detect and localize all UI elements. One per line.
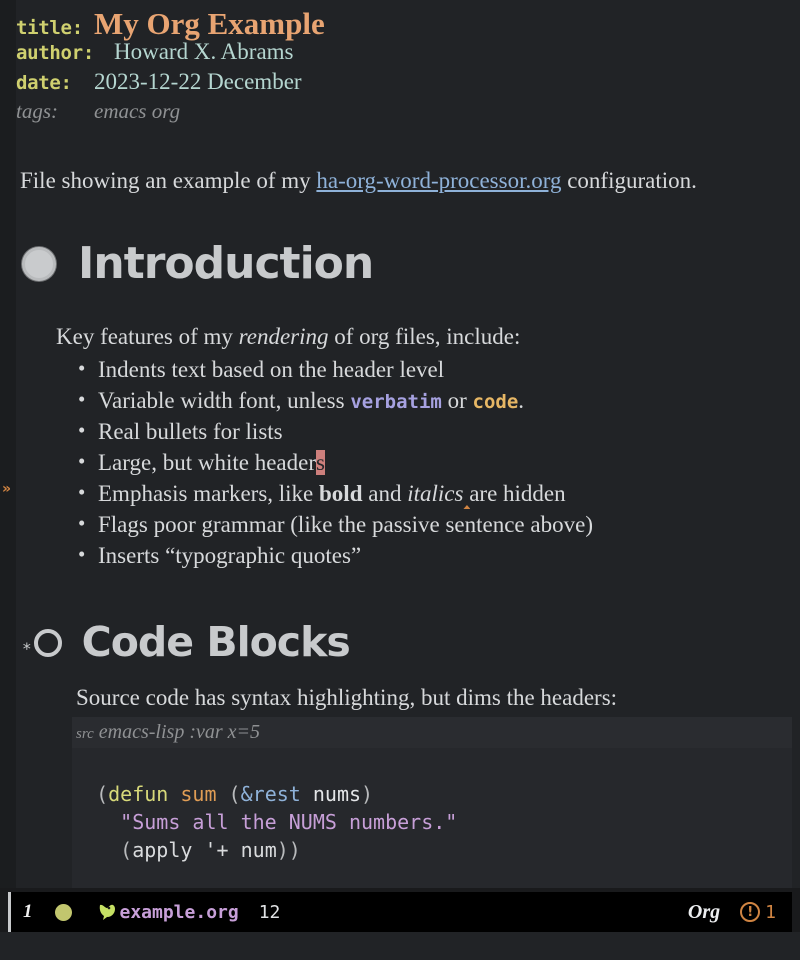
code-token: &rest xyxy=(240,782,301,807)
mode-line-left: 1 example.org 12 xyxy=(11,901,280,923)
org-keyword-tags: tags: emacs org xyxy=(16,99,800,131)
code-token: num xyxy=(240,838,277,863)
tags-keyword-label: tags: xyxy=(16,99,58,123)
continuation-marker-icon: » xyxy=(2,481,12,497)
mode-line[interactable]: 1 example.org 12 Org ! 1 xyxy=(8,892,792,932)
bold-text: bold xyxy=(319,481,363,507)
intro-text-before: File showing an example of my xyxy=(20,168,317,193)
list-item: Indents text based on the header level xyxy=(78,356,800,388)
italic-text: italics xyxy=(407,481,464,507)
list-item: Inserts “typographic quotes” xyxy=(78,542,800,574)
code-token: ( xyxy=(216,782,241,807)
intro-paragraph: File showing an example of my ha-org-wor… xyxy=(16,165,800,196)
code-line: (defun sum (&rest nums) xyxy=(72,782,373,806)
major-mode-label[interactable]: Org xyxy=(688,901,720,924)
lead-after: of org files, include: xyxy=(328,324,521,350)
org-keyword-block: title: My Org Example author: Howard X. … xyxy=(16,0,800,131)
hollow-ring-bullet-icon xyxy=(33,628,62,657)
org-keyword-author: author: Howard X. Abrams xyxy=(16,39,800,69)
code-token: defun xyxy=(108,782,169,807)
list-item-suffix: are hidden xyxy=(463,481,566,507)
buffer-status-dot-icon[interactable] xyxy=(54,903,72,921)
src-begin-keyword: src xyxy=(76,726,94,743)
gnu-head-icon xyxy=(96,901,118,923)
code-token: '+ xyxy=(204,838,229,863)
author-keyword-label: author: xyxy=(16,42,94,64)
heading-code-blocks-label: Code Blocks xyxy=(81,618,351,667)
buffer-content: title: My Org Example author: Howard X. … xyxy=(16,0,800,888)
document-author: Howard X. Abrams xyxy=(114,39,294,64)
ha-org-word-processor-link[interactable]: ha-org-word-processor.org xyxy=(316,168,561,193)
warning-count: 1 xyxy=(765,901,776,923)
org-keyword-date: date: 2023-12-22 December xyxy=(16,69,800,99)
code-token: ) xyxy=(361,782,374,807)
list-item-suffix: . xyxy=(518,388,525,414)
emacs-frame: » title: My Org Example author: Howard X… xyxy=(0,0,800,960)
document-title: My Org Example xyxy=(94,6,325,41)
src-begin-args: emacs-lisp :var x=5 xyxy=(98,721,261,744)
code-line: "Sums all the NUMS numbers." xyxy=(72,810,457,834)
intro-text-after: configuration. xyxy=(561,168,697,193)
list-item-text: Inserts “typographic quotes” xyxy=(98,543,362,569)
mode-line-right: Org ! 1 xyxy=(688,901,792,924)
buffer-name[interactable]: example.org xyxy=(120,902,239,923)
list-item-prefix: Large, but white header xyxy=(98,450,316,476)
echo-area xyxy=(0,932,800,960)
list-item: Real bullets for lists xyxy=(78,418,800,450)
code-token: nums xyxy=(312,782,362,807)
src-block-body[interactable]: (defun sum (&rest nums) "Sums all the NU… xyxy=(72,748,792,888)
list-item-prefix: Variable width font, unless xyxy=(98,388,351,414)
list-item-mid: or xyxy=(441,388,473,414)
document-tags: emacs org xyxy=(94,99,181,123)
code-token: ( xyxy=(72,782,109,807)
list-item-mid: and xyxy=(362,481,408,507)
code-token: sum xyxy=(180,782,217,807)
heading-introduction[interactable]: Introduction xyxy=(16,242,800,286)
lead-before: Key features of my xyxy=(56,324,239,350)
src-block-begin-line: src emacs-lisp :var x=5 xyxy=(72,717,792,749)
list-item: Variable width font, unless verbatim or … xyxy=(78,387,800,419)
feature-list: Indents text based on the header level V… xyxy=(16,356,800,574)
cursor-position: 12 xyxy=(258,901,281,923)
date-keyword-label: date: xyxy=(16,72,72,94)
list-item: Emphasis markers, like bold and italics … xyxy=(78,480,800,512)
list-item-text: Flags poor grammar (like the passive sen… xyxy=(98,512,593,538)
code-token: )) xyxy=(276,838,301,863)
list-item-prefix: Emphasis markers, like xyxy=(98,481,320,507)
introduction-lead-paragraph: Key features of my rendering of org file… xyxy=(16,324,800,350)
code-token: "Sums all the NUMS numbers." xyxy=(120,810,458,835)
title-keyword-label: title: xyxy=(16,17,83,39)
heading-introduction-label: Introduction xyxy=(78,238,374,290)
code-token: apply xyxy=(132,838,193,863)
heading-code-blocks[interactable]: * Code Blocks xyxy=(16,622,800,663)
org-buffer[interactable]: » title: My Org Example author: Howard X… xyxy=(0,0,800,888)
left-fringe: » xyxy=(0,0,16,888)
window-number: 1 xyxy=(23,901,33,922)
list-item: Flags poor grammar (like the passive sen… xyxy=(78,511,800,543)
text-cursor: s xyxy=(315,450,325,476)
code-text: code xyxy=(472,391,519,414)
org-keyword-title: title: My Org Example xyxy=(16,8,800,39)
code-line: (apply '+ num)) xyxy=(72,838,301,862)
filled-ring-bullet-icon xyxy=(22,247,56,282)
list-item-text: Real bullets for lists xyxy=(98,419,283,445)
list-item: Large, but white headers xyxy=(78,449,800,481)
verbatim-text: verbatim xyxy=(350,391,442,414)
list-item-text: Indents text based on the header level xyxy=(98,357,445,383)
source-code-block[interactable]: src emacs-lisp :var x=5 (defun sum (&res… xyxy=(72,717,792,888)
code-token: ( xyxy=(72,838,133,863)
heading-stars: * xyxy=(22,638,32,658)
code-blocks-lead-paragraph: Source code has syntax highlighting, but… xyxy=(76,685,618,711)
warning-circle-icon[interactable]: ! xyxy=(740,902,761,922)
document-date: 2023-12-22 December xyxy=(94,69,302,94)
lead-italic: rendering xyxy=(238,324,329,350)
